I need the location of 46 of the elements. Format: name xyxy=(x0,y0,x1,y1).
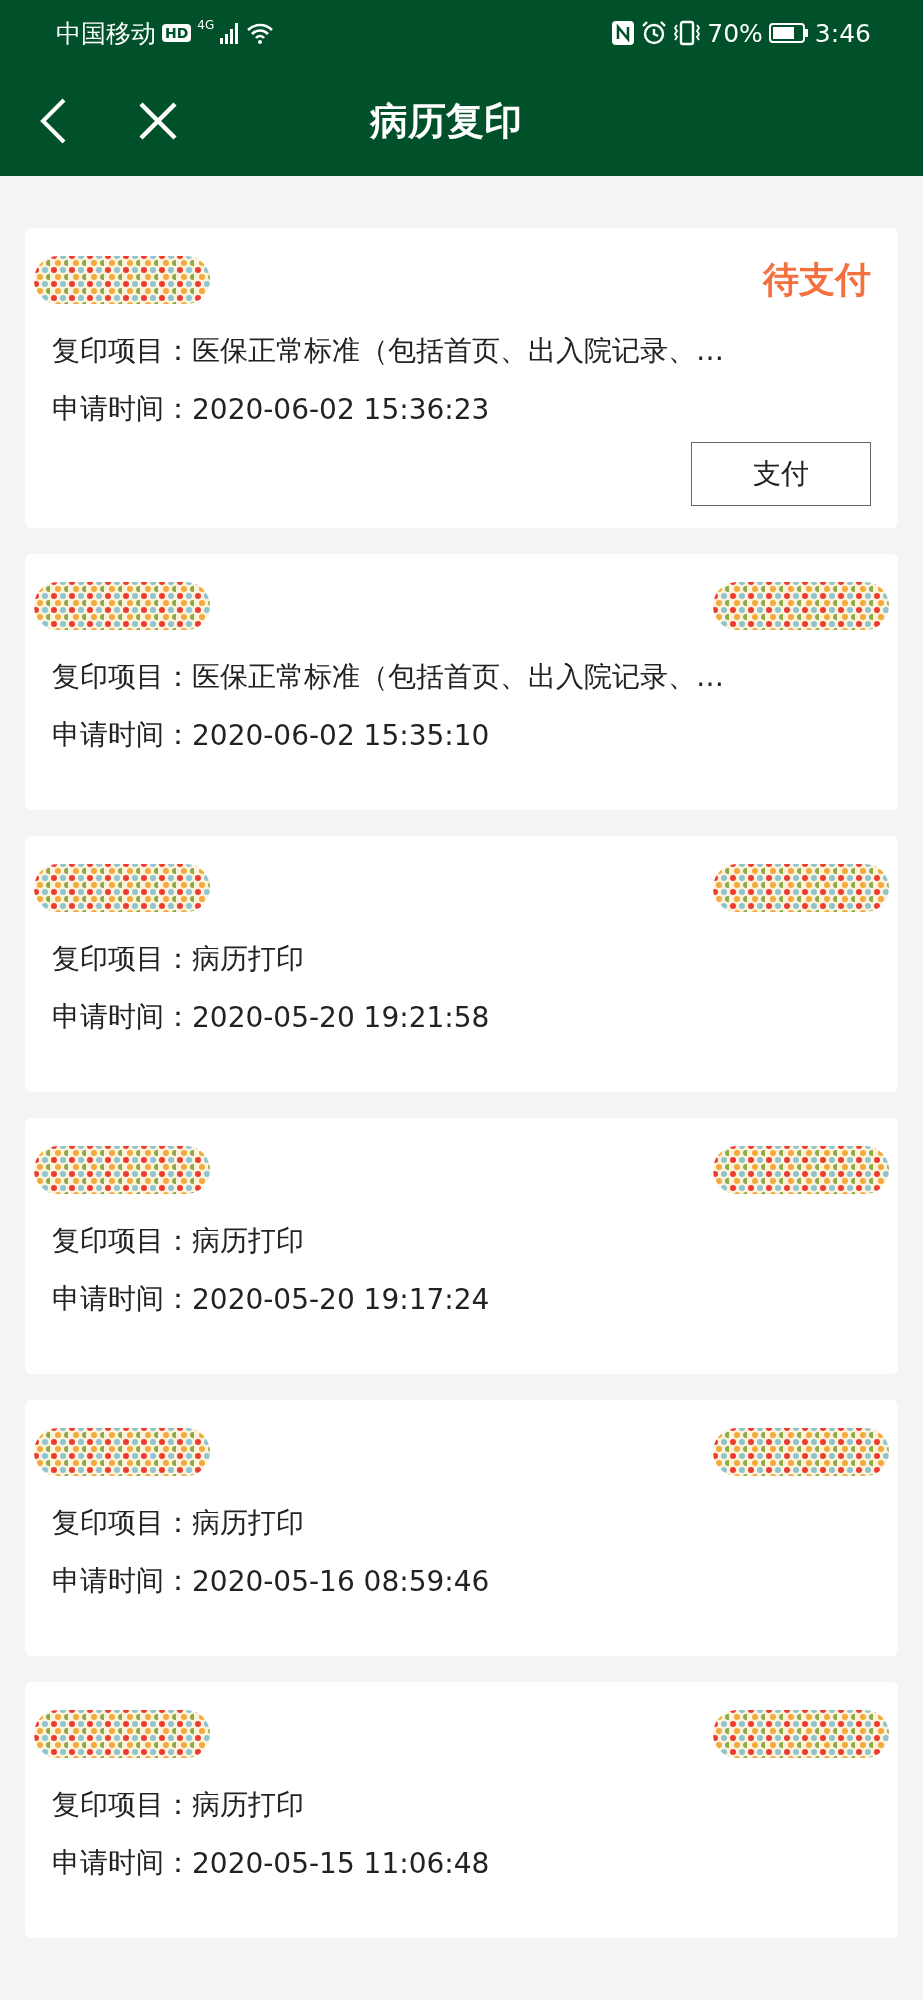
field-label: 申请时间： xyxy=(52,717,192,753)
pay-button[interactable]: 支付 xyxy=(691,442,871,506)
apply-time: 2020-05-20 19:21:58 xyxy=(192,1000,490,1034)
field-label: 复印项目： xyxy=(52,1505,192,1541)
vibrate-icon xyxy=(673,20,702,46)
copy-item: 病历打印 xyxy=(192,1505,304,1541)
copy-item: 医保正常标准（包括首页、出入院记录、… xyxy=(192,659,724,695)
field-label: 复印项目： xyxy=(52,1223,192,1259)
alarm-icon xyxy=(641,20,668,46)
apply-time: 2020-06-02 15:35:10 xyxy=(192,718,490,752)
back-button[interactable] xyxy=(38,97,68,145)
record-card[interactable]: 复印项目：医保正常标准（包括首页、出入院记录、… 申请时间：2020-06-02 15:35:10 xyxy=(25,554,898,810)
field-label: 申请时间： xyxy=(52,1563,192,1599)
field-label: 申请时间： xyxy=(52,1845,192,1881)
record-card[interactable]: 待支付 复印项目：医保正常标准（包括首页、出入院记录、… 申请时间：2020-06-02 15:36:23 支付 xyxy=(25,228,898,528)
status-label: 待支付 xyxy=(763,257,871,302)
copy-item: 病历打印 xyxy=(192,1787,304,1823)
record-card[interactable]: 复印项目：病历打印 申请时间：2020-05-20 19:17:24 xyxy=(25,1118,898,1374)
close-button[interactable] xyxy=(138,101,178,141)
page-title: 病历复印 xyxy=(370,97,522,145)
record-card[interactable]: 复印项目：病历打印 申请时间：2020-05-15 11:06:48 xyxy=(25,1682,898,1938)
apply-time: 2020-05-15 11:06:48 xyxy=(192,1846,490,1880)
field-label: 复印项目： xyxy=(52,1787,192,1823)
apply-time: 2020-05-16 08:59:46 xyxy=(192,1564,490,1598)
hd-badge: HD xyxy=(162,24,192,42)
apply-time: 2020-05-20 19:17:24 xyxy=(192,1282,490,1316)
field-label: 复印项目： xyxy=(52,941,192,977)
network-type: 4G xyxy=(197,18,215,32)
apply-time: 2020-06-02 15:36:23 xyxy=(192,392,490,426)
field-label: 申请时间： xyxy=(52,999,192,1035)
nfc-icon xyxy=(611,20,636,46)
signal-icon xyxy=(220,22,241,44)
record-card[interactable]: 复印项目：病历打印 申请时间：2020-05-16 08:59:46 xyxy=(25,1400,898,1656)
record-card[interactable]: 复印项目：病历打印 申请时间：2020-05-20 19:21:58 xyxy=(25,836,898,1092)
copy-item: 医保正常标准（包括首页、出入院记录、… xyxy=(192,333,724,369)
carrier-name: 中国移动 xyxy=(56,17,156,50)
field-label: 申请时间： xyxy=(52,1281,192,1317)
copy-item: 病历打印 xyxy=(192,941,304,977)
battery-percent: 70% xyxy=(707,18,763,48)
field-label: 申请时间： xyxy=(52,391,192,427)
field-label: 复印项目： xyxy=(52,659,192,695)
copy-item: 病历打印 xyxy=(192,1223,304,1259)
battery-icon xyxy=(768,22,809,44)
wifi-icon xyxy=(246,22,275,44)
field-label: 复印项目： xyxy=(52,333,192,369)
clock-time: 3:46 xyxy=(814,18,871,48)
